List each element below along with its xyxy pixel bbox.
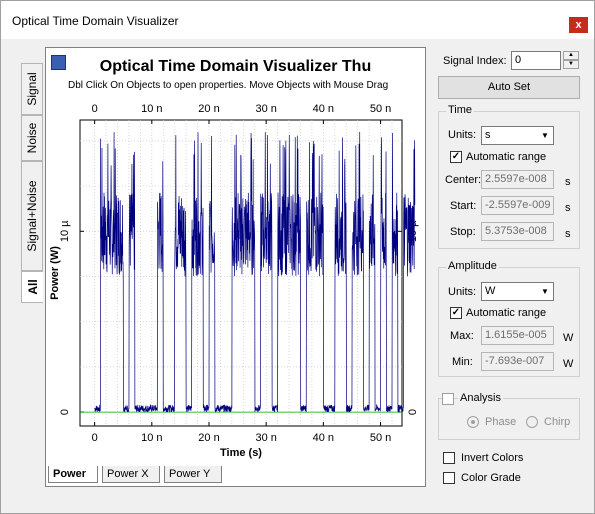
time-units-label: Units: <box>448 129 477 141</box>
signal-type-tabs: Signal Noise Signal+Noise All <box>21 63 45 303</box>
window-title: Optical Time Domain Visualizer <box>12 14 179 28</box>
time-stop-label: Stop: <box>450 226 476 238</box>
phase-label: Phase <box>485 416 517 428</box>
analysis-checkbox[interactable] <box>442 393 454 405</box>
x-tick-label-bottom: 50 n <box>370 432 391 444</box>
title-bar: Optical Time Domain Visualizer x <box>1 1 594 39</box>
x-tick-label-top: 0 <box>92 103 98 115</box>
amplitude-units-label: Units: <box>448 286 477 298</box>
tab-power-y[interactable]: Power Y <box>164 466 222 483</box>
plot-bottom-tabs: Power Power X Power Y <box>48 466 423 484</box>
signal-index-label: Signal Index: <box>443 55 507 67</box>
tab-signal-noise[interactable]: Signal+Noise <box>21 161 43 271</box>
time-domain-chart[interactable]: 0 0 10 n 10 n 20 n 20 n 30 n 30 n 40 n 40 n 50 n 50… <box>46 48 427 468</box>
y-axis-label: Power (W) <box>49 246 61 300</box>
x-tick-label-bottom: 10 n <box>141 432 162 444</box>
x-tick-label-bottom: 20 n <box>198 432 219 444</box>
time-stop-field[interactable]: 5.3753e-008 <box>481 222 554 241</box>
amplitude-auto-range-label: Automatic range <box>466 307 547 319</box>
time-center-label: Center: <box>445 174 482 186</box>
x-tick-label-bottom: 0 <box>92 432 98 444</box>
time-group-label: Time <box>446 104 475 116</box>
amplitude-max-unit: W <box>563 332 574 344</box>
time-start-unit: s <box>565 202 571 214</box>
signal-index-spinner[interactable]: ▲ ▼ <box>563 51 579 70</box>
amplitude-min-label: Min: <box>452 356 473 368</box>
signal-index-field[interactable]: 0 <box>511 51 561 70</box>
time-start-field[interactable]: -2.5597e-009 <box>481 196 554 215</box>
amplitude-group-label: Amplitude <box>446 260 499 272</box>
tab-power[interactable]: Power <box>48 466 98 483</box>
time-auto-range-checkbox[interactable]: ✓ <box>450 151 462 163</box>
time-center-field[interactable]: 2.5597e-008 <box>481 170 554 189</box>
x-tick-label-bottom: 30 n <box>255 432 276 444</box>
x-axis-label: Time (s) <box>220 447 262 459</box>
amplitude-max-label: Max: <box>450 330 474 342</box>
x-tick-label-top: 10 n <box>141 103 162 115</box>
phase-radio[interactable] <box>467 416 479 428</box>
tab-noise[interactable]: Noise <box>21 115 43 161</box>
plot-frame: Optical Time Domain Visualizer Thu Dbl C… <box>45 47 426 487</box>
x-tick-label-top: 30 n <box>255 103 276 115</box>
amplitude-min-field[interactable]: -7.693e-007 <box>481 352 554 371</box>
amplitude-min-unit: W <box>563 358 574 370</box>
auto-set-button[interactable]: Auto Set <box>438 76 580 99</box>
chevron-down-icon: ▼ <box>541 287 549 296</box>
color-grade-label: Color Grade <box>461 472 521 484</box>
chirp-label: Chirp <box>544 416 571 428</box>
time-units-select[interactable]: s ▼ <box>481 126 554 145</box>
y-tick-label-left: 0 <box>59 409 71 415</box>
x-tick-label-top: 50 n <box>370 103 391 115</box>
invert-colors-checkbox[interactable] <box>443 452 455 464</box>
time-center-unit: s <box>565 176 571 188</box>
invert-colors-label: Invert Colors <box>461 452 524 464</box>
time-stop-unit: s <box>565 228 571 240</box>
amplitude-auto-range-checkbox[interactable]: ✓ <box>450 307 462 319</box>
visualizer-window: Optical Time Domain Visualizer x Signal … <box>0 0 595 514</box>
x-tick-label-top: 40 n <box>313 103 334 115</box>
amplitude-units-select[interactable]: W ▼ <box>481 282 554 301</box>
tab-signal[interactable]: Signal <box>21 63 43 115</box>
tab-all[interactable]: All <box>21 271 43 303</box>
close-button[interactable]: x <box>569 17 588 33</box>
analysis-label: Analysis <box>458 392 503 404</box>
chirp-radio[interactable] <box>526 416 538 428</box>
y-tick-label-right: 0 <box>407 409 419 415</box>
chevron-down-icon: ▼ <box>541 131 549 140</box>
y-tick-label-left: 10 µ <box>59 220 71 242</box>
x-tick-label-top: 20 n <box>198 103 219 115</box>
color-grade-checkbox[interactable] <box>443 472 455 484</box>
time-auto-range-label: Automatic range <box>466 151 547 163</box>
tab-power-x[interactable]: Power X <box>102 466 160 483</box>
x-tick-label-bottom: 40 n <box>313 432 334 444</box>
amplitude-max-field[interactable]: 1.6155e-005 <box>481 326 554 345</box>
time-start-label: Start: <box>450 200 477 212</box>
